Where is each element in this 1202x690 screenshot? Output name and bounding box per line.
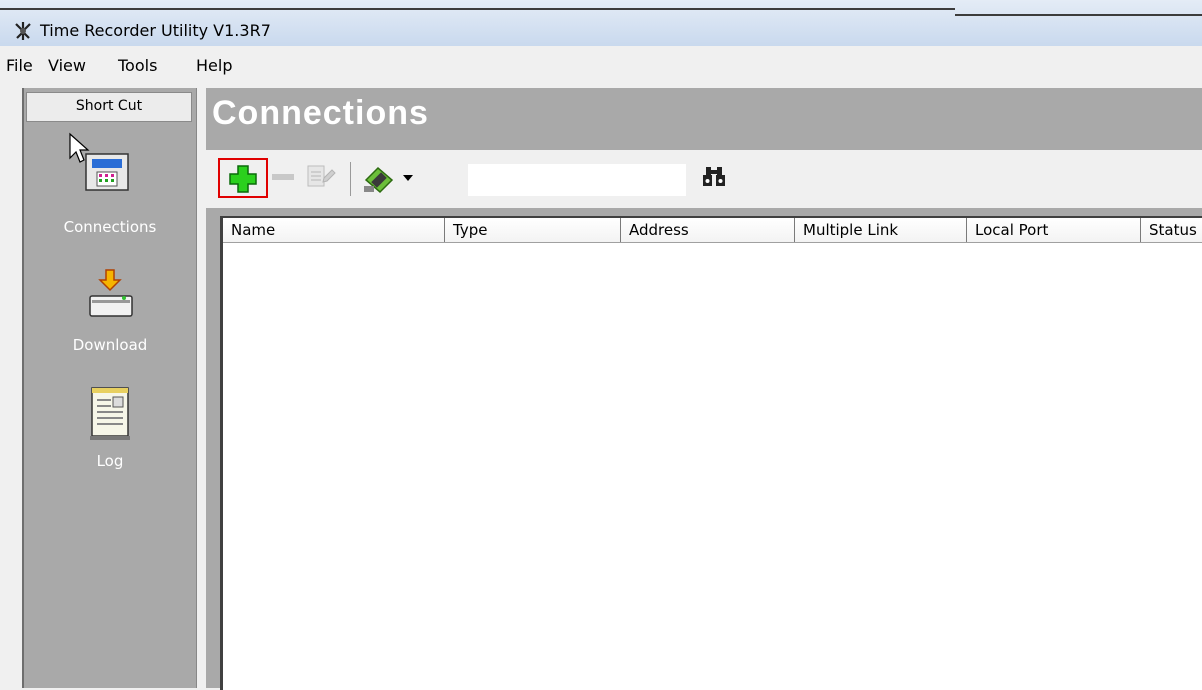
dropdown-arrow-icon[interactable] [402, 174, 414, 182]
column-header-address[interactable]: Address [621, 218, 795, 242]
column-header-status[interactable]: Status [1141, 218, 1202, 242]
column-header-local-port[interactable]: Local Port [967, 218, 1141, 242]
column-header-name[interactable]: Name [223, 218, 445, 242]
connect-icon[interactable] [362, 162, 396, 196]
shortcut-item-log[interactable]: Log [24, 384, 196, 479]
connections-table[interactable]: Name Type Address Multiple Link Local Po… [220, 216, 1202, 690]
shortcut-header: Short Cut [26, 92, 192, 122]
page-title: Connections [212, 94, 429, 132]
toolbar-separator [350, 162, 351, 196]
time-recorder-icon [69, 132, 129, 191]
title-bar: Time Recorder Utility V1.3R7 [0, 0, 1202, 46]
binoculars-icon[interactable] [700, 164, 728, 190]
column-header-type[interactable]: Type [445, 218, 621, 242]
shortcut-label-connections: Connections [63, 218, 157, 236]
shortcut-panel: Short Cut Connections Download Log [22, 88, 198, 688]
main-panel: Connections Name Type Address Multiple L… [206, 88, 1202, 690]
edit-icon[interactable] [302, 162, 338, 194]
shortcut-label-log: Log [96, 452, 124, 470]
menu-help[interactable]: Help [196, 56, 232, 75]
log-icon [90, 387, 130, 440]
column-header-multiple-link[interactable]: Multiple Link [795, 218, 967, 242]
menu-bar: File View Tools Help [0, 50, 1202, 80]
add-icon[interactable] [228, 164, 258, 194]
app-icon [15, 22, 31, 40]
download-icon [89, 269, 133, 317]
shortcut-label-download: Download [72, 336, 148, 354]
window-title: Time Recorder Utility V1.3R7 [40, 21, 271, 40]
shortcut-item-download[interactable]: Download [24, 268, 196, 363]
menu-tools[interactable]: Tools [118, 56, 157, 75]
panel-splitter[interactable] [196, 88, 205, 688]
table-header: Name Type Address Multiple Link Local Po… [223, 218, 1202, 243]
window-edge [955, 14, 1202, 16]
menu-view[interactable]: View [48, 56, 86, 75]
remove-icon[interactable] [272, 172, 294, 182]
menu-file[interactable]: File [6, 56, 33, 75]
shortcut-item-connections[interactable]: Connections [24, 132, 196, 236]
toolbar [206, 150, 1202, 208]
window-edge [0, 8, 955, 10]
search-input[interactable] [468, 164, 686, 196]
